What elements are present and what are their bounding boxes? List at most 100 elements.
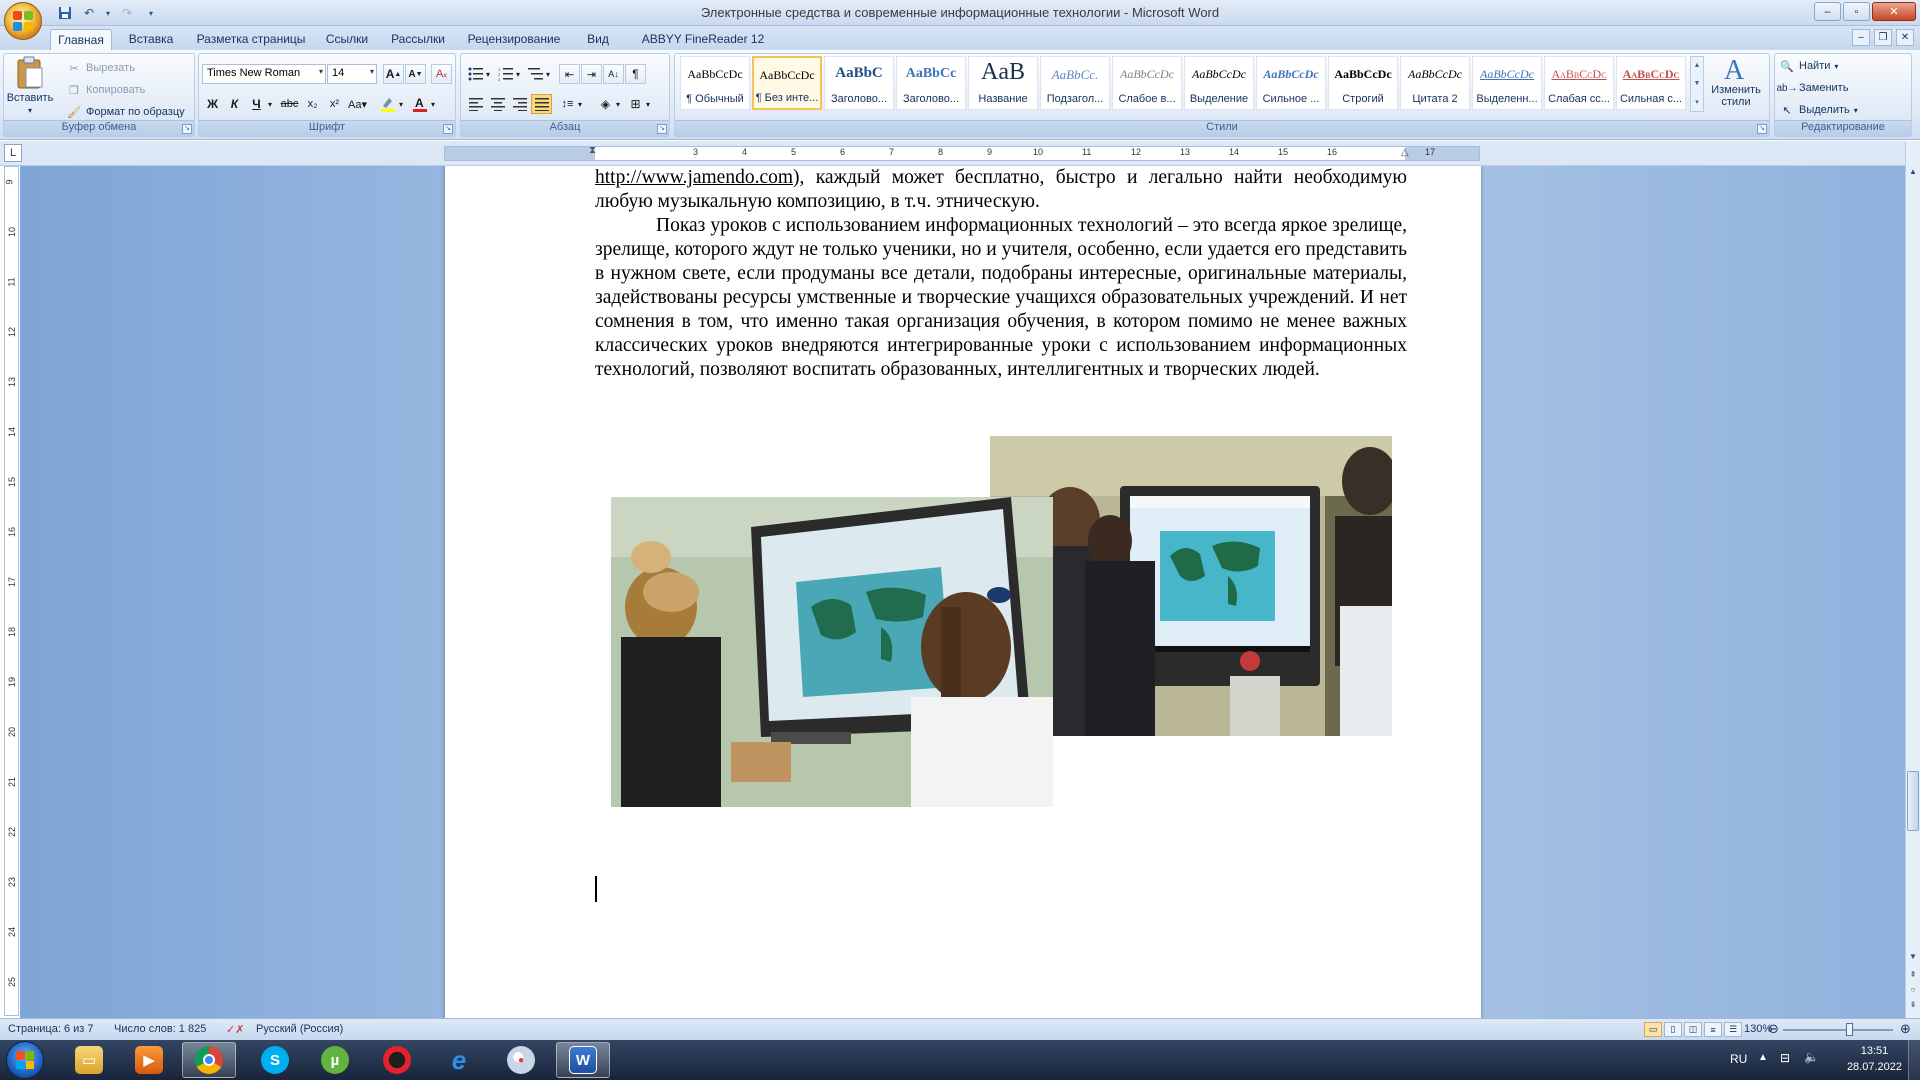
grow-font-button[interactable]: A ▲ xyxy=(383,64,404,84)
draft-view-icon[interactable]: ☰ xyxy=(1724,1022,1742,1037)
taskbar-ie[interactable]: e xyxy=(432,1042,486,1078)
scroll-up-icon[interactable]: ▲ xyxy=(1694,62,1701,69)
tab-review[interactable]: Рецензирование xyxy=(460,29,568,50)
style-heading-2[interactable]: AaBbCc Заголово... xyxy=(896,56,966,110)
increase-indent-button[interactable]: ⇥ xyxy=(581,64,602,84)
font-name-select[interactable]: Times New Roman ▾ xyxy=(202,64,326,84)
vertical-scrollbar[interactable]: ▲ ▼ ⇞ ○ ⇟ xyxy=(1905,141,1920,1018)
cut-button[interactable]: ✂ Вырезать xyxy=(66,60,135,76)
borders-dropdown-icon[interactable]: ▾ xyxy=(643,94,653,114)
taskbar-chrome[interactable] xyxy=(182,1042,236,1078)
clock[interactable]: 13:51 28.07.2022 xyxy=(1847,1043,1902,1075)
zoom-slider-thumb[interactable] xyxy=(1846,1023,1853,1036)
bullets-dropdown-icon[interactable]: ▾ xyxy=(483,64,493,84)
font-color-button[interactable]: A xyxy=(409,94,430,114)
style-quote-2[interactable]: AaBbCcDc Цитата 2 xyxy=(1400,56,1470,110)
document-page[interactable]: http://www.jamendo.com), каждый может бе… xyxy=(445,166,1481,1018)
taskbar-explorer[interactable]: ▭ xyxy=(62,1042,116,1078)
doc-minimize-button[interactable]: – xyxy=(1852,29,1870,46)
start-button[interactable] xyxy=(6,1041,44,1079)
paste-button[interactable]: Вставить ▾ xyxy=(7,56,53,122)
shrink-font-button[interactable]: A ▼ xyxy=(405,64,426,84)
align-center-button[interactable] xyxy=(487,94,508,114)
clipboard-launcher-icon[interactable]: ↘ xyxy=(182,124,192,134)
copy-button[interactable]: ❐ Копировать xyxy=(66,82,145,98)
sort-button[interactable]: A↓ xyxy=(603,64,624,84)
tab-home[interactable]: Главная xyxy=(50,29,112,50)
style-gallery-scroll[interactable]: ▲ ▼ ▾ xyxy=(1690,56,1704,112)
proofing-icon[interactable]: ✓✗ xyxy=(226,1023,244,1036)
font-color-dropdown-icon[interactable]: ▾ xyxy=(428,94,438,114)
style-subtle-reference[interactable]: AaBbCcDc Слабая сс... xyxy=(1544,56,1614,110)
full-screen-reading-icon[interactable]: ▯ xyxy=(1664,1022,1682,1037)
show-desktop-button[interactable] xyxy=(1908,1040,1920,1080)
classroom-photo-1[interactable] xyxy=(611,497,1053,807)
language-bar[interactable]: RU xyxy=(1730,1052,1747,1080)
style-normal[interactable]: AaBbCcDc ¶ Обычный xyxy=(680,56,750,110)
taskbar-skype[interactable]: S xyxy=(248,1042,302,1078)
show-hidden-icons-icon[interactable]: ▲ xyxy=(1758,1052,1768,1080)
maximize-button[interactable]: ▫ xyxy=(1843,2,1870,21)
office-button[interactable] xyxy=(4,2,42,40)
style-emphasis[interactable]: AaBbCcDc Выделение xyxy=(1184,56,1254,110)
justify-button[interactable] xyxy=(531,94,552,114)
styles-launcher-icon[interactable]: ↘ xyxy=(1757,124,1767,134)
minimize-button[interactable]: – xyxy=(1814,2,1841,21)
scrollbar-thumb[interactable] xyxy=(1907,771,1919,831)
taskbar-opera[interactable] xyxy=(370,1042,424,1078)
close-button[interactable]: ✕ xyxy=(1872,2,1916,21)
select-browse-object-icon[interactable]: ○ xyxy=(1907,984,1919,996)
taskbar-word[interactable]: W xyxy=(556,1042,610,1078)
superscript-button[interactable]: x² xyxy=(324,94,345,114)
paragraph-launcher-icon[interactable]: ↘ xyxy=(657,124,667,134)
style-subtle-emphasis[interactable]: AaBbCcDc Слабое в... xyxy=(1112,56,1182,110)
multilevel-dropdown-icon[interactable]: ▾ xyxy=(543,64,553,84)
taskbar-utorrent[interactable]: µ xyxy=(308,1042,362,1078)
select-button[interactable]: ↖ Выделить ▾ xyxy=(1779,102,1857,118)
taskbar-paint[interactable]: ● xyxy=(494,1042,548,1078)
doc-restore-button[interactable]: ❐ xyxy=(1874,29,1892,46)
change-case-button[interactable]: Aa▾ xyxy=(347,94,368,114)
font-size-select[interactable]: 14 ▾ xyxy=(327,64,377,84)
shading-dropdown-icon[interactable]: ▾ xyxy=(613,94,623,114)
vertical-ruler[interactable]: 9 10 11 12 13 14 15 16 17 18 19 20 21 22… xyxy=(4,166,19,1016)
tab-insert[interactable]: Вставка xyxy=(118,29,184,50)
page-count[interactable]: Страница: 6 из 7 xyxy=(8,1023,94,1035)
volume-icon[interactable]: 🔈 xyxy=(1804,1050,1819,1080)
hyperlink[interactable]: http://www.jamendo.com xyxy=(595,167,793,188)
word-count[interactable]: Число слов: 1 825 xyxy=(114,1023,206,1035)
clear-formatting-button[interactable]: Aₓ xyxy=(431,64,452,84)
style-heading-1[interactable]: AaBbC Заголово... xyxy=(824,56,894,110)
doc-close-button[interactable]: ✕ xyxy=(1896,29,1914,46)
indent-marker-icon[interactable]: ⧗ xyxy=(589,145,596,156)
font-launcher-icon[interactable]: ↘ xyxy=(443,124,453,134)
right-indent-marker-icon[interactable]: △ xyxy=(1401,147,1409,158)
gallery-more-icon[interactable]: ▾ xyxy=(1695,98,1699,106)
zoom-slider[interactable] xyxy=(1783,1029,1893,1031)
replace-button[interactable]: ab→ Заменить xyxy=(1776,80,1848,96)
next-page-icon[interactable]: ⇟ xyxy=(1907,999,1919,1011)
strikethrough-button[interactable]: abc xyxy=(279,94,300,114)
bold-button[interactable]: Ж xyxy=(202,94,223,114)
align-left-button[interactable] xyxy=(465,94,486,114)
zoom-in-icon[interactable]: ⊕ xyxy=(1900,1021,1911,1037)
outline-view-icon[interactable]: ≡ xyxy=(1704,1022,1722,1037)
subscript-button[interactable]: x₂ xyxy=(302,94,323,114)
underline-dropdown-icon[interactable]: ▾ xyxy=(265,94,275,114)
style-intense-quote[interactable]: AaBbCcDc Выделенн... xyxy=(1472,56,1542,110)
highlight-dropdown-icon[interactable]: ▾ xyxy=(396,94,406,114)
align-right-button[interactable] xyxy=(509,94,530,114)
tab-mailings[interactable]: Рассылки xyxy=(384,29,452,50)
zoom-out-icon[interactable]: ⊖ xyxy=(1768,1021,1779,1037)
scroll-up-arrow-icon[interactable]: ▲ xyxy=(1907,166,1919,178)
style-no-spacing[interactable]: AaBbCcDc ¶ Без инте... xyxy=(752,56,822,110)
decrease-indent-button[interactable]: ⇤ xyxy=(559,64,580,84)
format-painter-button[interactable]: 🖌 Формат по образцу xyxy=(66,104,185,120)
network-icon[interactable]: ⊟ xyxy=(1780,1051,1790,1080)
style-strong[interactable]: AaBbCcDc Строгий xyxy=(1328,56,1398,110)
numbering-dropdown-icon[interactable]: ▾ xyxy=(513,64,523,84)
change-styles-button[interactable]: A Изменить стили xyxy=(1706,54,1766,120)
scroll-down-arrow-icon[interactable]: ▼ xyxy=(1907,951,1919,963)
find-button[interactable]: 🔍 Найти ▾ xyxy=(1779,58,1838,74)
style-title[interactable]: AaB Название xyxy=(968,56,1038,110)
